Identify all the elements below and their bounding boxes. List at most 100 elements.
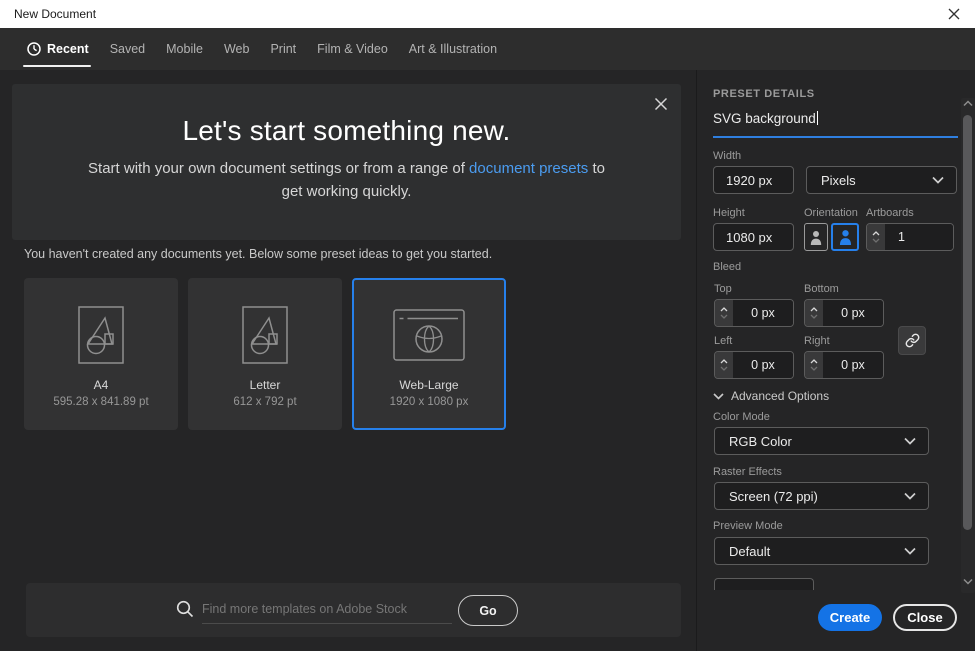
raster-effects-label: Raster Effects	[713, 466, 782, 478]
chevron-down-icon	[904, 547, 916, 555]
height-input[interactable]: 1080 px	[713, 223, 794, 251]
chevron-down-icon	[872, 238, 880, 243]
color-mode-label: Color Mode	[713, 411, 770, 423]
window-close-button[interactable]	[939, 0, 969, 28]
preset-card-a4[interactable]: A4 595.28 x 841.89 pt	[24, 278, 178, 430]
sidebar-scrollbar-thumb[interactable]	[963, 115, 972, 530]
tab-mobile[interactable]: Mobile	[166, 28, 203, 70]
text-cursor	[817, 111, 818, 125]
main-panel: Let's start something new. Start with yo…	[0, 70, 696, 651]
preset-dimensions: 612 x 792 pt	[233, 396, 296, 408]
raster-effects-value: Screen (72 ppi)	[729, 489, 818, 504]
bleed-left-value[interactable]: 0 px	[733, 352, 793, 378]
close-icon	[948, 8, 960, 20]
link-icon	[905, 333, 920, 348]
portrait-person-icon	[810, 230, 822, 245]
scrollbar-down-arrow[interactable]	[963, 578, 973, 585]
bleed-right-value[interactable]: 0 px	[823, 352, 883, 378]
tab-label: Mobile	[166, 42, 203, 56]
stepper-buttons[interactable]	[715, 352, 733, 378]
preset-details-header: PRESET DETAILS	[713, 88, 815, 100]
stepper-buttons[interactable]	[715, 300, 733, 326]
bleed-top-label: Top	[714, 283, 732, 295]
bleed-right-stepper[interactable]: 0 px	[804, 351, 884, 379]
units-dropdown[interactable]: Pixels	[806, 166, 957, 194]
preview-mode-label: Preview Mode	[713, 520, 783, 532]
close-button[interactable]: Close	[893, 604, 957, 631]
stock-search-input[interactable]	[202, 597, 454, 621]
tab-print[interactable]: Print	[270, 28, 296, 70]
chevron-up-icon	[810, 307, 818, 312]
bleed-left-label: Left	[714, 335, 732, 347]
chevron-down-icon	[713, 393, 724, 400]
tab-web[interactable]: Web	[224, 28, 249, 70]
chevron-up-icon	[963, 100, 973, 107]
document-presets-link[interactable]: document presets	[469, 160, 588, 177]
tab-saved[interactable]: Saved	[110, 28, 145, 70]
advanced-options-toggle[interactable]: Advanced Options	[713, 389, 829, 403]
advanced-options-label: Advanced Options	[731, 389, 829, 403]
artboards-label: Artboards	[866, 207, 914, 219]
bleed-bottom-label: Bottom	[804, 283, 839, 295]
chevron-up-icon	[720, 307, 728, 312]
hero-close-button[interactable]	[650, 93, 672, 115]
bleed-bottom-stepper[interactable]: 0 px	[804, 299, 884, 327]
artboards-value[interactable]: 1	[885, 224, 953, 250]
bleed-left-stepper[interactable]: 0 px	[714, 351, 794, 379]
chevron-down-icon	[904, 437, 916, 445]
width-label: Width	[713, 150, 741, 162]
active-tab-underline	[23, 65, 91, 68]
artboards-stepper[interactable]: 1	[866, 223, 954, 251]
document-name-field[interactable]: SVG background	[713, 111, 953, 126]
preview-mode-dropdown[interactable]: Default	[714, 537, 929, 565]
chevron-up-icon	[720, 359, 728, 364]
units-value: Pixels	[821, 173, 856, 188]
bleed-top-value[interactable]: 0 px	[733, 300, 793, 326]
chevron-up-icon	[872, 231, 880, 236]
chevron-down-icon	[963, 578, 973, 585]
chevron-down-icon	[932, 176, 944, 184]
preview-mode-value: Default	[729, 544, 770, 559]
preset-card-letter[interactable]: Letter 612 x 792 pt	[188, 278, 342, 430]
create-button[interactable]: Create	[818, 604, 882, 631]
chevron-down-icon	[720, 366, 728, 371]
orientation-portrait-button[interactable]	[804, 223, 828, 251]
bleed-link-toggle[interactable]	[898, 326, 926, 355]
tab-art-illustration[interactable]: Art & Illustration	[409, 28, 497, 70]
width-input[interactable]: 1920 px	[713, 166, 794, 194]
landscape-person-icon	[839, 229, 852, 245]
tab-film-video[interactable]: Film & Video	[317, 28, 388, 70]
preset-cards: A4 595.28 x 841.89 pt Letter 612 x 792 p…	[24, 278, 506, 430]
chevron-down-icon	[810, 314, 818, 319]
chevron-down-icon	[810, 366, 818, 371]
search-input-underline	[202, 623, 452, 624]
height-label: Height	[713, 207, 745, 219]
browser-globe-icon	[393, 305, 465, 365]
tab-label: Film & Video	[317, 42, 388, 56]
tab-label: Print	[270, 42, 296, 56]
raster-effects-dropdown[interactable]: Screen (72 ppi)	[714, 482, 929, 510]
preset-dimensions: 1920 x 1080 px	[390, 396, 469, 408]
stepper-buttons[interactable]	[805, 352, 823, 378]
go-button[interactable]: Go	[458, 595, 518, 626]
stepper-buttons[interactable]	[867, 224, 885, 250]
bleed-top-stepper[interactable]: 0 px	[714, 299, 794, 327]
tab-label: Recent	[47, 42, 89, 56]
bleed-bottom-value[interactable]: 0 px	[823, 300, 883, 326]
preset-details-panel: PRESET DETAILS SVG background Width 1920…	[696, 70, 975, 651]
color-mode-dropdown[interactable]: RGB Color	[714, 427, 929, 455]
preset-card-web-large[interactable]: Web-Large 1920 x 1080 px	[352, 278, 506, 430]
window-title: New Document	[14, 7, 96, 21]
hero-banner: Let's start something new. Start with yo…	[12, 84, 681, 240]
name-field-underline	[713, 136, 958, 138]
orientation-landscape-button[interactable]	[831, 223, 859, 251]
stepper-buttons[interactable]	[805, 300, 823, 326]
scrollbar-up-arrow[interactable]	[963, 100, 973, 107]
empty-state-notice: You haven't created any documents yet. B…	[24, 247, 492, 261]
category-tabbar: Recent Saved Mobile Web Print Film & Vid…	[0, 28, 975, 70]
hero-subtitle-text: Start with your own document settings or…	[88, 160, 469, 177]
close-icon	[654, 97, 668, 111]
chevron-up-icon	[810, 359, 818, 364]
document-shapes-icon	[78, 305, 124, 365]
tab-recent[interactable]: Recent	[27, 28, 89, 70]
